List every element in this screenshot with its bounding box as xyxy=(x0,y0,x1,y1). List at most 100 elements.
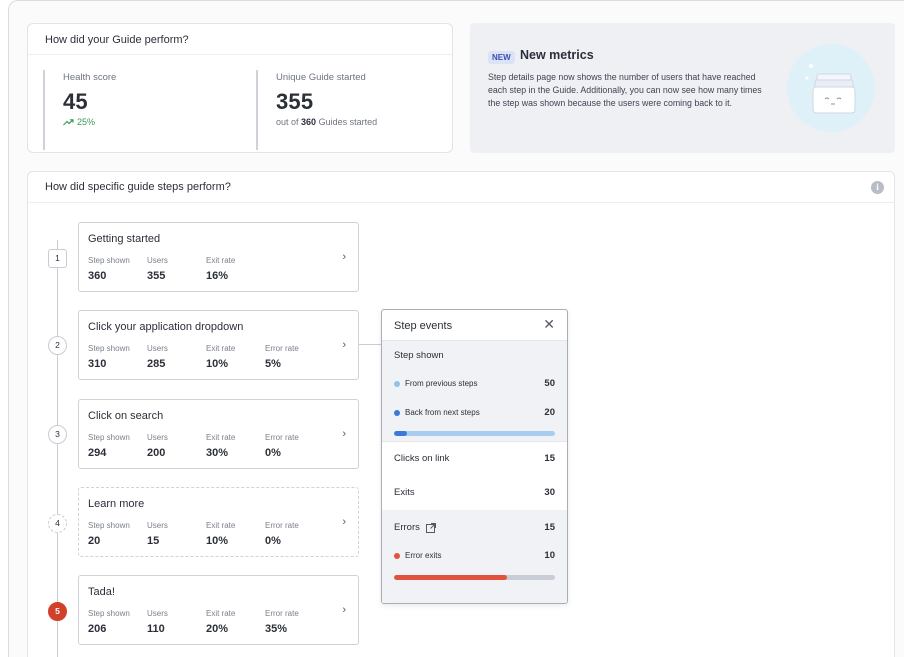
legend-dot xyxy=(394,380,400,387)
step-card-4[interactable]: Learn more Step shown 20 Users 15 Exit rat… xyxy=(78,487,359,557)
error-exits-row: Error exits 10 xyxy=(394,550,555,561)
stat-label: Users xyxy=(147,433,168,442)
divider xyxy=(28,54,452,55)
stat-label: Error rate xyxy=(265,433,299,442)
stat-label: Exit rate xyxy=(206,256,236,265)
stat-value: 20 xyxy=(88,535,101,547)
stat-value: 360 xyxy=(88,270,107,282)
stat-value: 310 xyxy=(88,358,107,370)
error-exits-label-wrap: Error exits xyxy=(394,551,441,560)
step-shown-label: Step shown xyxy=(394,350,444,361)
errors-label-wrap: Errors xyxy=(394,522,436,533)
from-previous-row: From previous steps 50 xyxy=(394,378,555,389)
banner-title: New metrics xyxy=(520,48,594,62)
stat-value: 16% xyxy=(206,270,229,282)
exit-rate-stat: Exit rate 20% xyxy=(206,609,235,635)
banner-text: Step details page now shows the number o… xyxy=(488,72,762,108)
stat-value: 20% xyxy=(206,623,229,635)
stat-label: Step shown xyxy=(88,344,130,353)
errors-section: Errors 15 Error exits 10 xyxy=(382,510,567,603)
step-number-4: 4 xyxy=(48,514,67,533)
stat-value: 10% xyxy=(206,535,229,547)
info-icon[interactable]: i xyxy=(871,181,884,194)
clicks-section: Clicks on link 15 xyxy=(382,441,567,475)
exit-rate-stat: Exit rate 16% xyxy=(206,256,235,282)
stat-value: 35% xyxy=(265,623,288,635)
popover-title: Step events xyxy=(394,320,453,332)
stat-label: Error rate xyxy=(265,521,299,530)
step-name: Click on search xyxy=(88,410,164,422)
step-card-3[interactable]: Click on search Step shown 294 Users 200 E… xyxy=(78,399,359,469)
stat-label: Exit rate xyxy=(206,344,236,353)
stat-value: 285 xyxy=(147,358,166,370)
exit-rate-stat: Exit rate 10% xyxy=(206,344,235,370)
step-shown-bar-fill xyxy=(394,431,407,436)
stat-value: 5% xyxy=(265,358,281,370)
guide-steps-title: How did specific guide steps perform? xyxy=(45,181,231,193)
from-previous-value: 50 xyxy=(544,378,555,389)
external-link-icon[interactable] xyxy=(425,522,436,533)
chevron-right-icon[interactable]: › xyxy=(342,516,346,528)
stat-label: Exit rate xyxy=(206,433,236,442)
step-shown-stat: Step shown 294 xyxy=(88,433,130,459)
exits-section: Exits 30 xyxy=(382,475,567,510)
popover-connector xyxy=(359,344,381,345)
error-rate-stat: Error rate 0% xyxy=(265,521,299,547)
stat-label: Exit rate xyxy=(206,609,236,618)
stat-label: Exit rate xyxy=(206,521,236,530)
users-stat: Users 355 xyxy=(147,256,168,282)
exit-rate-stat: Exit rate 30% xyxy=(206,433,235,459)
divider xyxy=(28,202,894,203)
chevron-right-icon[interactable]: › xyxy=(342,339,346,351)
chevron-right-icon[interactable]: › xyxy=(342,604,346,616)
back-from-next-label: Back from next steps xyxy=(405,408,480,417)
stat-value: 200 xyxy=(147,447,166,459)
sub-prefix: out of xyxy=(276,117,299,127)
close-icon[interactable]: ✕ xyxy=(543,316,555,333)
step-shown-row: Step shown xyxy=(394,350,555,361)
error-exits-bar-fill xyxy=(394,575,507,580)
stat-value: 10% xyxy=(206,358,229,370)
stat-value: 294 xyxy=(88,447,107,459)
stat-value: 206 xyxy=(88,623,107,635)
errors-row: Errors 15 xyxy=(394,522,555,533)
popover-header: Step events ✕ xyxy=(382,310,567,341)
step-card-2[interactable]: Click your application dropdown Step sho… xyxy=(78,310,359,380)
from-previous-label-wrap: From previous steps xyxy=(394,379,477,388)
unique-guides-value: 355 xyxy=(276,89,314,114)
step-card-1[interactable]: Getting started Step shown 360 Users 355 E… xyxy=(78,222,359,292)
error-exits-bar xyxy=(394,575,555,580)
stat-label: Step shown xyxy=(88,256,130,265)
exits-row: Exits 30 xyxy=(394,487,555,498)
users-stat: Users 15 xyxy=(147,521,168,547)
clicks-row: Clicks on link 15 xyxy=(394,453,555,464)
chevron-right-icon[interactable]: › xyxy=(342,428,346,440)
unique-guides-sub: out of 360 Guides started xyxy=(276,117,446,127)
error-rate-stat: Error rate 5% xyxy=(265,344,299,370)
unique-guides-label: Unique Guide started xyxy=(276,72,366,83)
exits-label: Exits xyxy=(394,487,415,498)
step-name: Getting started xyxy=(88,233,161,245)
stat-value: 0% xyxy=(265,535,281,547)
stat-label: Step shown xyxy=(88,521,130,530)
step-shown-stat: Step shown 20 xyxy=(88,521,130,547)
step-card-5[interactable]: Tada! Step shown 206 Users 110 Exit rate 20… xyxy=(78,575,359,645)
stat-label: Step shown xyxy=(88,433,130,442)
step-shown-stat: Step shown 360 xyxy=(88,256,130,282)
back-from-next-label-wrap: Back from next steps xyxy=(394,408,480,417)
users-stat: Users 285 xyxy=(147,344,168,370)
guide-steps-card: How did specific guide steps perform? i … xyxy=(27,171,895,657)
chevron-right-icon[interactable]: › xyxy=(342,251,346,263)
trend-value: 25% xyxy=(77,117,96,127)
step-shown-section: Step shown From previous steps 50 Back f… xyxy=(382,341,567,441)
step-number-3: 3 xyxy=(48,425,67,444)
stat-label: Users xyxy=(147,344,168,353)
trend-up-icon xyxy=(63,118,74,125)
clicks-label: Clicks on link xyxy=(394,453,450,464)
sub-total: 360 xyxy=(301,117,317,127)
step-name: Learn more xyxy=(88,498,145,510)
stat-value: 110 xyxy=(147,623,165,635)
health-score-value: 45 xyxy=(63,89,88,114)
step-name: Click your application dropdown xyxy=(88,321,244,333)
errors-value: 15 xyxy=(544,522,555,533)
